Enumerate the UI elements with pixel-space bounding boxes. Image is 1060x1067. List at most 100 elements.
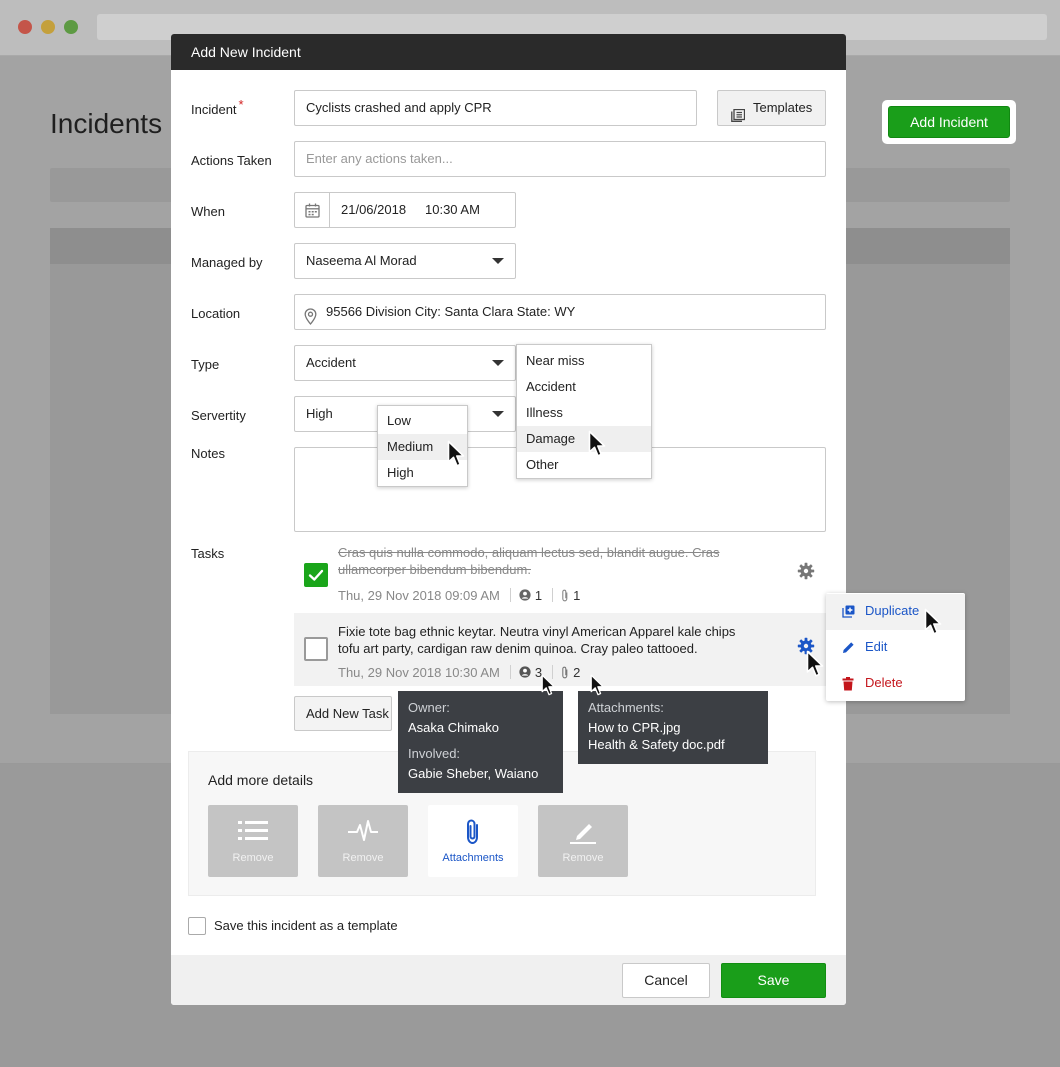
modal-title: Add New Incident (171, 34, 846, 70)
actions-taken-input[interactable]: Enter any actions taken... (294, 141, 826, 177)
when-datetime-field[interactable]: 21/06/2018 10:30 AM (294, 192, 516, 228)
chevron-down-icon (492, 411, 504, 417)
managed-by-label: Managed by (191, 255, 263, 270)
task-date: Thu, 29 Nov 2018 09:09 AM (338, 588, 500, 603)
involved-value: Gabie Sheber, Waiano (408, 766, 539, 781)
severity-label: Servertity (191, 408, 246, 423)
window-minimize-button[interactable] (41, 20, 55, 34)
involved-key: Involved: (408, 746, 461, 761)
edit-menu-item[interactable]: Edit (826, 630, 965, 666)
when-date: 21/06/2018 (341, 202, 407, 217)
type-option[interactable]: Illness (517, 400, 651, 426)
person-icon (519, 666, 531, 678)
gear-icon[interactable] (797, 562, 815, 583)
save-template-checkbox[interactable] (188, 917, 206, 935)
task-text: Cras quis nulla commodo, aliquam lectus … (338, 545, 720, 577)
incident-label: Incident * (191, 97, 244, 117)
type-dropdown: Near miss Accident Illness Damage Other (516, 344, 652, 479)
details-title: Add more details (208, 772, 314, 788)
pulse-icon (348, 820, 378, 841)
tile-label: Attachments (442, 852, 504, 864)
required-mark: * (238, 97, 244, 112)
attachments-key: Attachments: (588, 700, 664, 715)
map-pin-icon (304, 304, 317, 338)
templates-icon (731, 101, 746, 135)
mouse-cursor-icon (447, 440, 465, 467)
type-option[interactable]: Near miss (517, 348, 651, 374)
delete-menu-item[interactable]: Delete (826, 666, 965, 702)
actions-taken-label: Actions Taken (191, 153, 272, 168)
task-people-count[interactable]: 1 (535, 588, 542, 603)
tile-label: Remove (342, 852, 384, 864)
owner-value: Asaka Chimako (408, 720, 500, 735)
type-select[interactable]: Accident (294, 345, 516, 381)
add-new-task-button[interactable]: Add New Task (294, 696, 392, 731)
type-option-hovered[interactable]: Damage (517, 426, 651, 452)
task-text: Fixie tote bag ethnic keytar. Neutra vin… (338, 624, 736, 656)
chevron-down-icon (492, 360, 504, 366)
attachments-tooltip: Attachments: How to CPR.jpg Health & Saf… (578, 691, 768, 764)
mouse-cursor-icon (588, 430, 606, 457)
details-tile-list[interactable]: Remove (208, 805, 298, 877)
trash-icon (842, 677, 854, 691)
owner-key: Owner: (408, 700, 450, 715)
checkmark-icon (308, 569, 324, 581)
mouse-cursor-icon (590, 674, 604, 696)
type-option[interactable]: Accident (517, 374, 651, 400)
task-context-menu: Duplicate Edit Delete (826, 593, 965, 701)
add-incident-modal: Add New Incident Incident * Cyclists cras… (171, 34, 846, 1005)
window-maximize-button[interactable] (64, 20, 78, 34)
duplicate-menu-item[interactable]: Duplicate (826, 594, 965, 630)
task-checkbox-checked[interactable] (304, 563, 328, 587)
menu-item-label: Delete (865, 675, 903, 690)
calendar-icon[interactable] (295, 193, 330, 227)
pencil-icon (843, 642, 854, 653)
templates-label: Templates (753, 100, 813, 115)
mouse-cursor-icon (806, 650, 824, 677)
page-title: Incidents (50, 108, 163, 139)
location-input[interactable]: 95566 Division City: Santa Clara State: … (294, 294, 826, 330)
managed-by-select[interactable]: Naseema Al Morad (294, 243, 516, 279)
paperclip-icon (562, 666, 568, 679)
type-option[interactable]: Other (517, 452, 651, 478)
details-tile-pulse[interactable]: Remove (318, 805, 408, 877)
owner-tooltip: Owner: Asaka Chimako Involved: Gabie She… (398, 691, 563, 793)
save-template-label: Save this incident as a template (214, 918, 398, 933)
severity-value: High (306, 406, 333, 421)
incident-input[interactable]: Cyclists crashed and apply CPR (294, 90, 697, 126)
severity-option[interactable]: Low (378, 408, 467, 434)
type-value: Accident (306, 355, 356, 370)
attachment-file: Health & Safety doc.pdf (588, 737, 725, 752)
tile-label: Remove (562, 852, 604, 864)
task-row: Fixie tote bag ethnic keytar. Neutra vin… (294, 613, 826, 686)
task-checkbox-unchecked[interactable] (304, 637, 328, 661)
add-incident-highlight: Add Incident (882, 100, 1016, 144)
details-tile-signature[interactable]: Remove (538, 805, 628, 877)
task-attachment-count[interactable]: 2 (573, 665, 580, 680)
tasks-label: Tasks (191, 546, 225, 561)
mouse-cursor-icon (541, 674, 555, 696)
paperclip-icon (467, 819, 478, 845)
when-time: 10:30 AM (425, 202, 480, 217)
cancel-button[interactable]: Cancel (622, 963, 710, 998)
attachment-file: How to CPR.jpg (588, 720, 681, 735)
templates-button[interactable]: Templates (717, 90, 826, 126)
person-icon (519, 589, 531, 601)
task-date: Thu, 29 Nov 2018 10:30 AM (338, 665, 500, 680)
modal-footer: Cancel Save (171, 955, 846, 1005)
task-attachment-count[interactable]: 1 (573, 588, 580, 603)
location-label: Location (191, 306, 241, 321)
tile-label: Remove (232, 852, 274, 864)
signature-icon (570, 824, 596, 844)
chevron-down-icon (492, 258, 504, 264)
menu-item-label: Edit (865, 639, 888, 654)
menu-item-label: Duplicate (865, 603, 920, 618)
add-incident-button[interactable]: Add Incident (888, 106, 1010, 138)
mouse-cursor-icon (924, 608, 942, 635)
details-tile-attachments[interactable]: Attachments (428, 805, 518, 877)
task-meta: Thu, 29 Nov 2018 09:09 AM 1 1 (338, 588, 580, 603)
save-button[interactable]: Save (721, 963, 826, 998)
window-close-button[interactable] (18, 20, 32, 34)
paperclip-icon (562, 589, 568, 602)
managed-by-value: Naseema Al Morad (306, 253, 417, 268)
